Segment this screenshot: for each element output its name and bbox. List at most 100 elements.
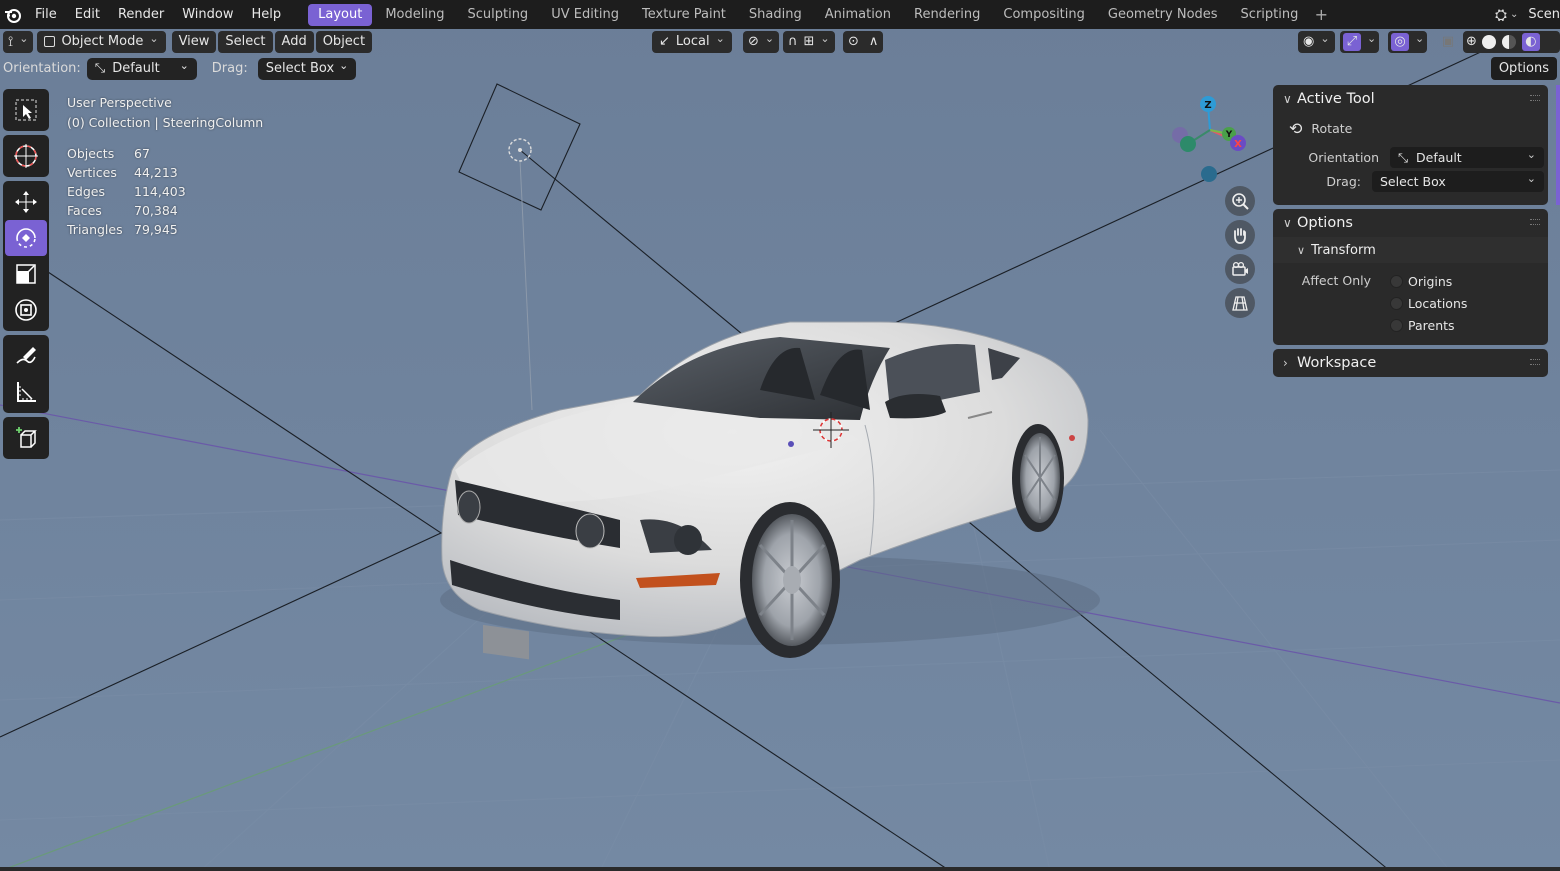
navigation-axis-gizmo[interactable]: Z Y X — [1165, 90, 1255, 185]
stat-value: 70,384 — [134, 203, 178, 218]
gizmo-toggle[interactable]: ⤢ — [1340, 30, 1380, 53]
shading-modes: ⊕ ◐ — [1463, 30, 1560, 53]
view-menu[interactable]: View — [171, 30, 217, 53]
proportional-edit-group[interactable]: ⊙ ∧ — [843, 30, 884, 53]
mode-label: Object Mode — [61, 33, 144, 49]
stat-value: 67 — [134, 146, 150, 161]
pan-hand-icon[interactable] — [1225, 220, 1255, 250]
scene-name: Scen — [1528, 7, 1560, 22]
falloff-curve-icon[interactable]: ∧ — [869, 31, 879, 53]
tab-texture-paint[interactable]: Texture Paint — [632, 4, 736, 26]
options-header[interactable]: ∨ Options — [1273, 209, 1548, 237]
camera-view-icon[interactable] — [1225, 254, 1255, 284]
stat-row: Vertices 44,213 — [67, 163, 186, 182]
workspace-section: › Workspace — [1273, 349, 1548, 377]
mode-dropdown[interactable]: Object Mode — [37, 30, 166, 53]
tab-animation[interactable]: Animation — [815, 4, 901, 26]
parents-checkbox[interactable] — [1390, 318, 1403, 332]
scene-selector[interactable]: ⛭ ⌄ Scen — [1495, 0, 1560, 29]
drag-grip-icon[interactable] — [1530, 95, 1540, 101]
transform-subpanel-header[interactable]: ∨ Transform — [1273, 237, 1548, 263]
tab-layout[interactable]: Layout — [308, 3, 373, 26]
editor-type-button[interactable]: ⟟ — [3, 30, 34, 53]
zoom-icon[interactable] — [1225, 186, 1255, 216]
tab-geometry-nodes[interactable]: Geometry Nodes — [1098, 4, 1228, 26]
drag-dropdown[interactable]: Select Box — [1372, 168, 1544, 192]
material-shading-icon[interactable] — [1501, 34, 1516, 49]
active-tool-title: Active Tool — [1297, 91, 1375, 107]
tab-rendering[interactable]: Rendering — [904, 4, 990, 26]
affect-parents-option[interactable]: Parents — [1390, 314, 1467, 336]
overlays-toggle[interactable]: ◎ — [1388, 30, 1428, 53]
blender-logo-icon[interactable] — [0, 0, 26, 29]
transform-orientation-dropdown[interactable]: ↙ Local — [652, 30, 732, 53]
tab-modeling[interactable]: Modeling — [375, 4, 454, 26]
tool-group-select — [3, 89, 49, 131]
xray-toggle-icon[interactable]: ▣ — [1437, 31, 1459, 53]
snap-dropdown[interactable]: ∩ ⊞ — [783, 30, 835, 53]
affect-origins-option[interactable]: Origins — [1390, 270, 1467, 292]
annotate-tool-icon[interactable] — [5, 338, 47, 374]
menu-window[interactable]: Window — [173, 4, 242, 26]
cursor-tool-icon[interactable] — [5, 138, 47, 174]
stat-key: Objects — [67, 146, 115, 161]
drag-grip-icon[interactable] — [1530, 219, 1540, 225]
drag-label: Drag: — [1326, 173, 1361, 189]
tool-group-annotate — [3, 335, 49, 413]
view-name: User Perspective — [67, 95, 172, 110]
tab-compositing[interactable]: Compositing — [993, 4, 1095, 26]
affect-locations-option[interactable]: Locations — [1390, 292, 1467, 314]
rotate-tool-icon[interactable] — [5, 220, 47, 256]
select-box-tool-icon[interactable] — [5, 92, 47, 128]
orientation-dropdown[interactable]: ⤡ Default — [1390, 144, 1544, 168]
rendered-shading-icon[interactable]: ◐ — [1521, 32, 1540, 51]
editor-type-icon: ⟟ — [8, 33, 14, 50]
z-axis-label: Z — [1204, 100, 1211, 111]
select-menu[interactable]: Select — [218, 30, 273, 53]
add-cube-tool-icon[interactable] — [5, 420, 47, 456]
orientation-label: Orientation: — [3, 61, 81, 76]
active-tool-header[interactable]: ∨ Active Tool — [1273, 85, 1548, 113]
tab-scripting[interactable]: Scripting — [1231, 4, 1309, 26]
tab-uv-editing[interactable]: UV Editing — [541, 4, 629, 26]
workspace-header[interactable]: › Workspace — [1273, 349, 1548, 377]
stat-key: Edges — [67, 184, 105, 199]
sidebar-tab-strip[interactable] — [1556, 85, 1560, 205]
pivot-point-dropdown[interactable]: ⊘ — [743, 30, 780, 53]
orientation-value: Default — [1416, 149, 1462, 165]
menu-help[interactable]: Help — [243, 4, 291, 26]
tool-group-transform — [3, 181, 49, 331]
scale-tool-icon[interactable] — [5, 256, 47, 292]
locations-checkbox[interactable] — [1390, 296, 1403, 310]
affect-only-group: Affect Only Origins Locations Parents — [1273, 263, 1548, 336]
visibility-dropdown[interactable]: ◉ — [1298, 30, 1335, 53]
add-menu[interactable]: Add — [274, 30, 314, 53]
proportional-edit-icon[interactable]: ⊙ — [848, 31, 859, 53]
magnet-icon: ∩ — [788, 33, 798, 49]
measure-tool-icon[interactable] — [5, 374, 47, 410]
drag-grip-icon[interactable] — [1530, 359, 1540, 365]
orientation-dropdown[interactable]: ⤡ Default ⌄ — [86, 57, 197, 80]
viewport-bottom-border — [0, 867, 1560, 871]
menu-render[interactable]: Render — [109, 4, 173, 26]
origins-checkbox[interactable] — [1390, 274, 1403, 288]
solid-shading-icon[interactable] — [1481, 34, 1496, 49]
stat-row: Edges 114,403 — [67, 182, 186, 201]
tab-sculpting[interactable]: Sculpting — [457, 4, 538, 26]
workspace-tabs: Layout Modeling Sculpting UV Editing Tex… — [308, 3, 1331, 26]
perspective-ortho-icon[interactable] — [1225, 288, 1255, 318]
options-title: Options — [1297, 215, 1353, 231]
move-tool-icon[interactable] — [5, 184, 47, 220]
menu-file[interactable]: File — [26, 4, 66, 26]
drag-dropdown[interactable]: Select Box ⌄ — [257, 57, 357, 80]
object-menu[interactable]: Object — [315, 30, 373, 53]
transform-tool-icon[interactable] — [5, 292, 47, 328]
tab-shading[interactable]: Shading — [739, 4, 812, 26]
gizmo-icon: ⤢ — [1343, 32, 1361, 51]
wireframe-shading-icon[interactable]: ⊕ — [1466, 31, 1477, 53]
add-workspace-icon[interactable]: + — [1311, 4, 1331, 26]
locations-label: Locations — [1408, 295, 1468, 311]
menu-edit[interactable]: Edit — [66, 4, 109, 26]
options-button[interactable]: Options — [1490, 57, 1557, 80]
chevron-down-icon: ⌄ — [339, 58, 349, 72]
